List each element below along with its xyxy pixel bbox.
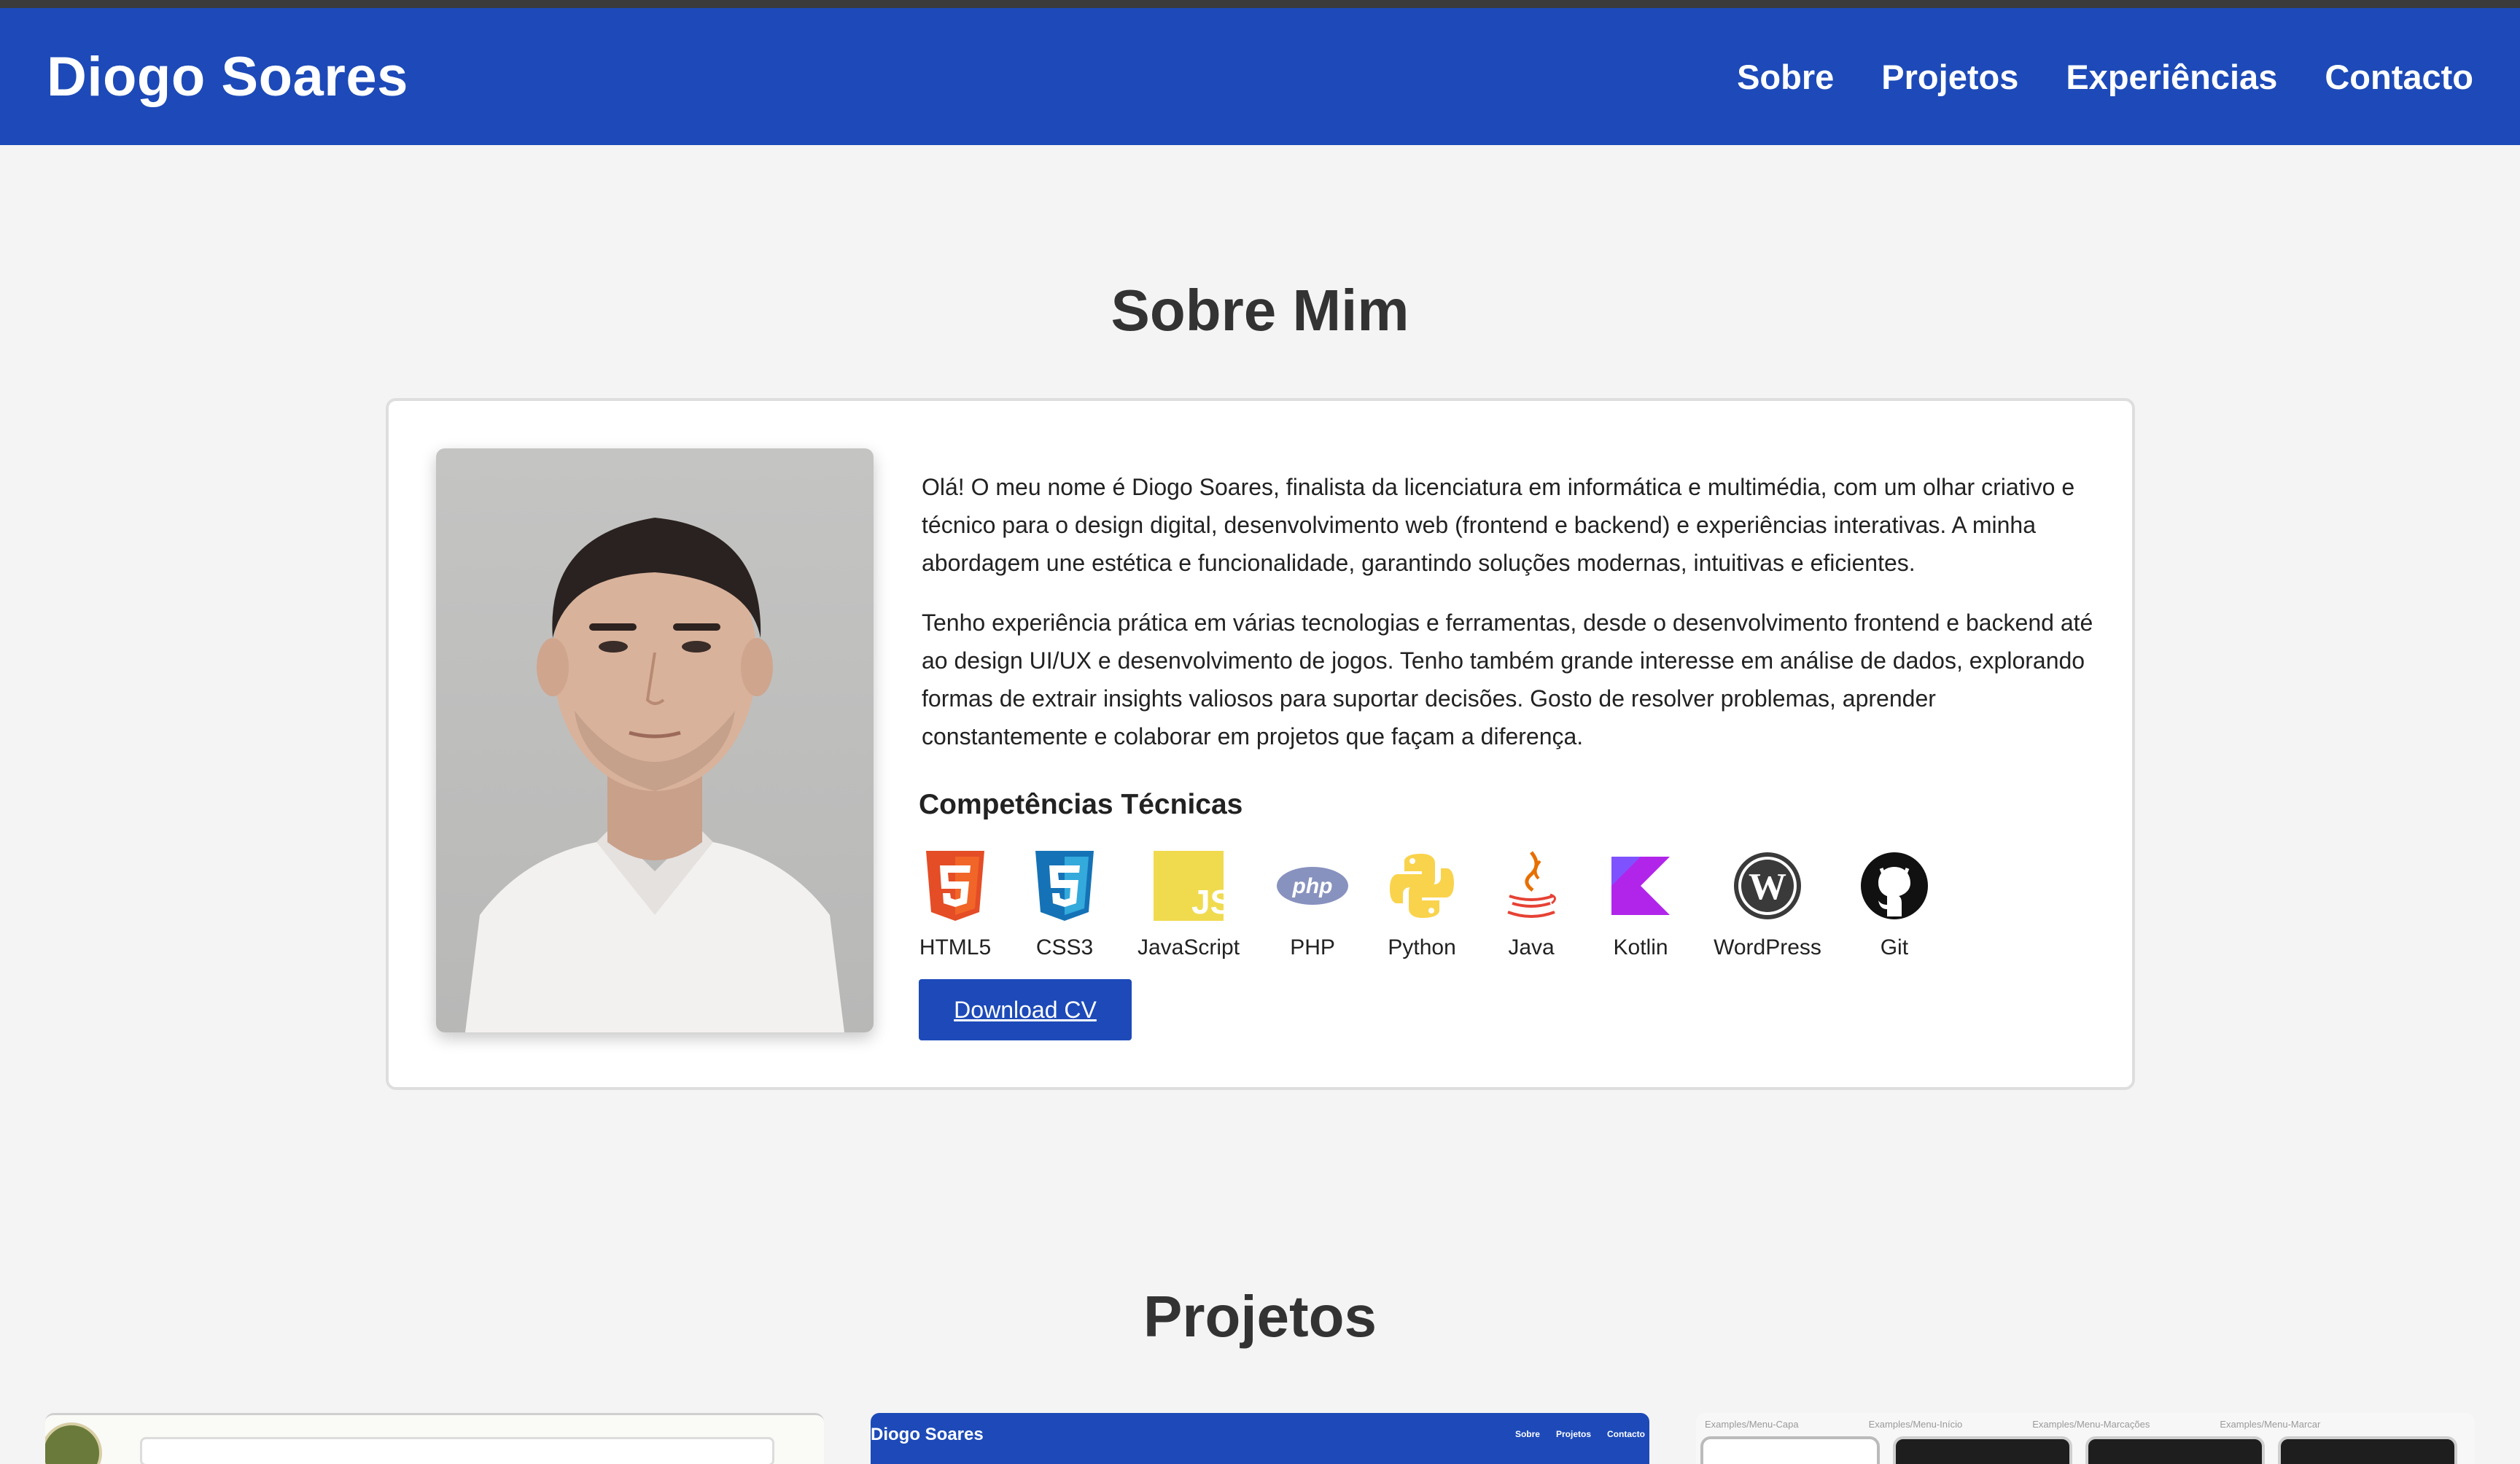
about-card: Olá! O meu nome é Diogo Soares, finalist… (386, 398, 2135, 1090)
javascript-icon: JS (1152, 849, 1225, 922)
skill-java: Java (1495, 849, 1568, 960)
skill-label: Python (1388, 935, 1456, 959)
phone-mockup (1700, 1436, 1880, 1464)
profile-photo (436, 448, 874, 1032)
project-preview-bar (140, 1437, 774, 1464)
svg-text:JS: JS (1191, 883, 1224, 921)
about-paragraph-1: Olá! O meu nome é Diogo Soares, finalist… (922, 474, 2075, 576)
main-nav: Sobre Projetos Experiências Contacto (1737, 57, 2473, 97)
skill-wordpress: W WordPress (1714, 849, 1821, 960)
site-header: Diogo Soares Sobre Projetos Experiências… (0, 8, 2520, 145)
skill-javascript: JS JavaScript (1138, 849, 1240, 960)
phone-mockup (2085, 1436, 2265, 1464)
phone-mockup (2278, 1436, 2457, 1464)
nav-link-projetos[interactable]: Projetos (1881, 57, 2018, 97)
nav-link-sobre[interactable]: Sobre (1737, 57, 1834, 97)
about-paragraph-2: Tenho experiência prática em várias tecn… (922, 610, 2093, 749)
project-preview-nav-item: Contacto (1607, 1429, 1645, 1439)
project-card-1[interactable] (45, 1413, 824, 1464)
project-card-2[interactable]: Diogo Soares Sobre Projetos Contacto (871, 1413, 1649, 1464)
skill-kotlin: Kotlin (1604, 849, 1677, 960)
svg-text:W: W (1749, 866, 1786, 908)
project-preview-logo (45, 1422, 102, 1464)
skill-label: PHP (1290, 935, 1335, 959)
download-cv-button[interactable]: Download CV (919, 979, 1132, 1040)
github-icon (1858, 849, 1931, 922)
skill-label: Git (1880, 935, 1909, 959)
skill-css3: CSS3 (1028, 849, 1101, 960)
html5-icon (919, 849, 992, 922)
skill-label: WordPress (1714, 935, 1821, 959)
about-section-title: Sobre Mim (1111, 278, 1409, 343)
skill-python: Python (1385, 849, 1458, 960)
project-card-3[interactable]: Examples/Menu-Capa Examples/Menu-Início … (1696, 1413, 2475, 1464)
project-preview-nav-item: Projetos (1555, 1429, 1591, 1439)
skill-label: JavaScript (1138, 935, 1240, 959)
skills-title: Competências Técnicas (919, 789, 1243, 820)
skill-html5: HTML5 (919, 849, 992, 960)
nav-link-experiencias[interactable]: Experiências (2066, 57, 2277, 97)
phone-mockup (1893, 1436, 2072, 1464)
java-icon (1495, 849, 1568, 922)
skill-php: php PHP (1276, 849, 1349, 960)
css3-icon (1028, 849, 1101, 922)
projects-section-title: Projetos (1143, 1284, 1377, 1349)
skill-label: Java (1508, 935, 1555, 959)
wordpress-icon: W (1731, 849, 1804, 922)
python-icon (1385, 849, 1458, 922)
nav-link-contacto[interactable]: Contacto (2325, 57, 2473, 97)
skill-git: Git (1858, 849, 1931, 960)
skill-label: CSS3 (1035, 935, 1094, 959)
project-preview-nav: Sobre Projetos Contacto (1515, 1429, 1645, 1439)
project-preview-brand: Diogo Soares (871, 1425, 984, 1444)
browser-top-strip (0, 0, 2520, 8)
project-preview-label: Examples/Menu-Capa (1705, 1419, 1799, 1430)
about-text: Olá! O meu nome é Diogo Soares, finalist… (922, 468, 2103, 777)
project-preview-label: Examples/Menu-Marcar (2220, 1419, 2321, 1430)
project-preview-labels: Examples/Menu-Capa Examples/Menu-Início … (1705, 1419, 2320, 1430)
project-preview-phones (1700, 1436, 2457, 1464)
project-preview-label: Examples/Menu-Início (1868, 1419, 1963, 1430)
project-preview-nav-item: Sobre (1514, 1429, 1540, 1439)
site-brand[interactable]: Diogo Soares (47, 45, 408, 109)
skills-list: HTML5 CSS3 JS JavaScript php PHP Python … (919, 849, 1967, 960)
php-icon: php (1276, 849, 1349, 922)
kotlin-icon (1604, 849, 1677, 922)
skill-label: Kotlin (1613, 935, 1668, 959)
skill-label: HTML5 (919, 935, 992, 959)
svg-text:php: php (1292, 874, 1333, 898)
project-preview-label: Examples/Menu-Marcações (2032, 1419, 2150, 1430)
